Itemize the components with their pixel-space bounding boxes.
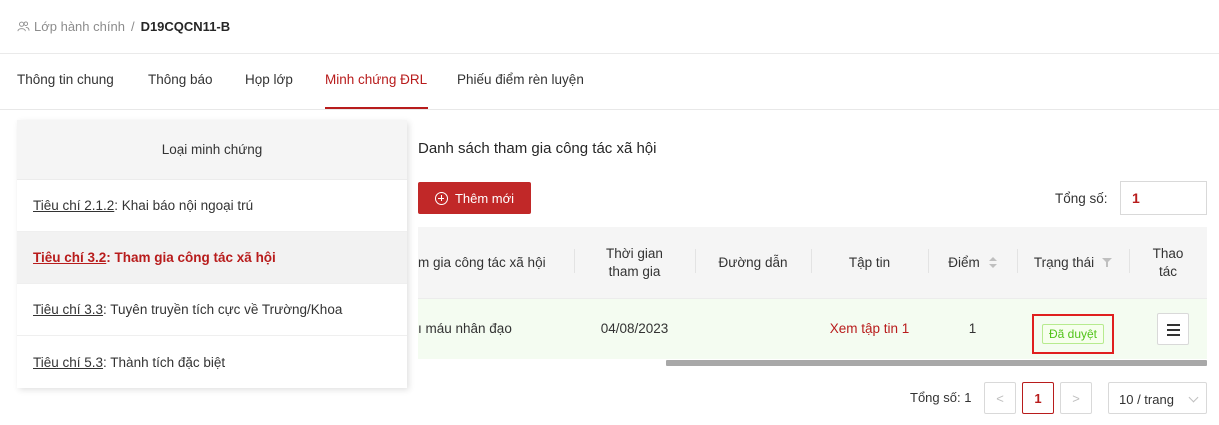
tab-evidence-drl[interactable]: Minh chứng ĐRL [325,72,427,87]
pagination-next-button[interactable]: > [1060,382,1092,414]
add-new-button[interactable]: Thêm mới [418,182,531,214]
header-activity: m gia công tác xã hội [418,255,546,270]
header-link: Đường dẫn [718,255,788,270]
breadcrumb-current: D19CQCN11-B [140,19,231,34]
criterion-code: Tiêu chí 5.3 [33,354,104,370]
breadcrumb-parent[interactable]: Lớp hành chính [34,19,125,34]
breadcrumb: Lớp hành chính / D19CQCN11-B [17,19,230,34]
header-status-label: Trạng thái [1033,255,1095,270]
header-time-line2: tham gia [608,264,661,279]
chevron-down-icon [1188,392,1199,403]
status-badge: Đã duyệt [1041,324,1105,344]
row-actions-menu-button[interactable] [1157,313,1189,345]
cell-score: 1 [968,321,977,336]
menu-icon [1167,334,1180,336]
evidence-table: m gia công tác xã hội Thời gian tham gia… [418,227,1207,366]
plus-circle-icon [434,191,448,205]
menu-icon [1167,324,1180,326]
header-time: Thời gian tham gia [574,227,695,299]
tab-score-sheet[interactable]: Phiếu điểm rèn luyện [457,72,584,87]
pagination-page-1[interactable]: 1 [1022,382,1054,414]
header-time-line1: Thời gian [606,246,663,261]
cell-time: 04/08/2023 [600,321,669,336]
evidence-type-panel: Loại minh chứng Tiêu chí 2.1.2 : Khai bá… [17,120,407,388]
criterion-code: Tiêu chí 3.3 [33,302,104,317]
cell-file: Xem tập tin 1 [811,299,928,359]
horizontal-scrollbar[interactable] [666,360,1207,366]
sort-icon[interactable] [988,257,997,269]
tab-class-meetings[interactable]: Họp lớp [245,72,293,87]
criterion-code: Tiêu chí 2.1.2 [33,198,115,213]
header-status: Trạng thái [1017,227,1129,299]
view-file-link[interactable]: Xem tập tin 1 [830,320,910,338]
header-action: Thao tác [1129,227,1207,299]
tab-notifications[interactable]: Thông báo [148,72,213,87]
header-action-line1: Thao [1152,246,1184,261]
criterion-code: Tiêu chí 3.2 [33,250,107,265]
menu-icon [1167,329,1180,331]
header-score[interactable]: Điểm [928,227,1017,299]
header-score-label: Điểm [948,255,980,270]
cell-link [695,299,811,359]
evidence-type-header: Loại minh chứng [17,120,407,180]
add-new-label: Thêm mới [454,190,515,206]
criterion-item-2-1-2[interactable]: Tiêu chí 2.1.2 : Khai báo nội ngoại trú [17,180,407,232]
header-action-line2: tác [1158,264,1177,279]
header-file: Tập tin [848,255,891,270]
total-label: Tổng số: [1055,191,1108,206]
pagination-total: Tổng số: 1 [910,390,972,405]
criterion-text: : Khai báo nội ngoại trú [114,198,254,213]
criterion-item-3-3[interactable]: Tiêu chí 3.3 : Tuyên truyền tích cực về … [17,284,407,336]
criterion-text: : Tham gia công tác xã hội [106,250,276,265]
page-size-value: 10 / trang [1119,392,1174,407]
criterion-item-3-2[interactable]: Tiêu chí 3.2 : Tham gia công tác xã hội [17,232,407,284]
status-highlight-box: Đã duyệt [1032,314,1114,354]
total-count: 1 [1120,181,1207,215]
filter-icon[interactable] [1102,258,1113,268]
active-tab-indicator [325,107,428,109]
table-header: m gia công tác xã hội Thời gian tham gia… [418,227,1207,299]
users-icon [17,21,30,32]
breadcrumb-separator: / [130,19,135,34]
section-title: Danh sách tham gia công tác xã hội [418,140,657,157]
tab-bar: Thông tin chung Thông báo Họp lớp Minh c… [0,54,1219,110]
criterion-item-5-3[interactable]: Tiêu chí 5.3 : Thành tích đặc biệt [17,336,407,388]
cell-activity: ı máu nhân đạo [418,321,512,336]
pagination-prev-button[interactable]: < [984,382,1016,414]
header-bar: Lớp hành chính / D19CQCN11-B [0,0,1219,54]
criterion-text: : Tuyên truyền tích cực về Trường/Khoa [103,302,343,317]
page-size-select[interactable]: 10 / trang [1108,382,1207,414]
criterion-text: : Thành tích đặc biệt [103,354,226,370]
tab-general-info[interactable]: Thông tin chung [17,72,114,87]
